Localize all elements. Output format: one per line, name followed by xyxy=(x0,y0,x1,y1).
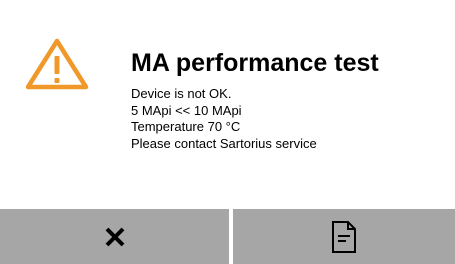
dialog-title: MA performance test xyxy=(131,49,379,77)
warning-icon xyxy=(25,38,89,90)
message-line: 5 MApi << 10 MApi xyxy=(131,102,242,118)
button-bar xyxy=(0,209,455,264)
document-icon xyxy=(332,220,356,253)
message-line: Device is not OK. xyxy=(131,86,232,101)
message-line: Please contact Sartorius service xyxy=(131,135,317,151)
close-icon xyxy=(105,227,124,246)
document-button[interactable] xyxy=(233,209,455,264)
close-button[interactable] xyxy=(0,209,229,264)
dialog-message: Device is not OK. 5 MApi << 10 MApi Temp… xyxy=(131,86,317,152)
dialog: MA performance test Device is not OK. 5 … xyxy=(0,0,455,264)
message-line: Temperature 70 °C xyxy=(131,119,241,134)
